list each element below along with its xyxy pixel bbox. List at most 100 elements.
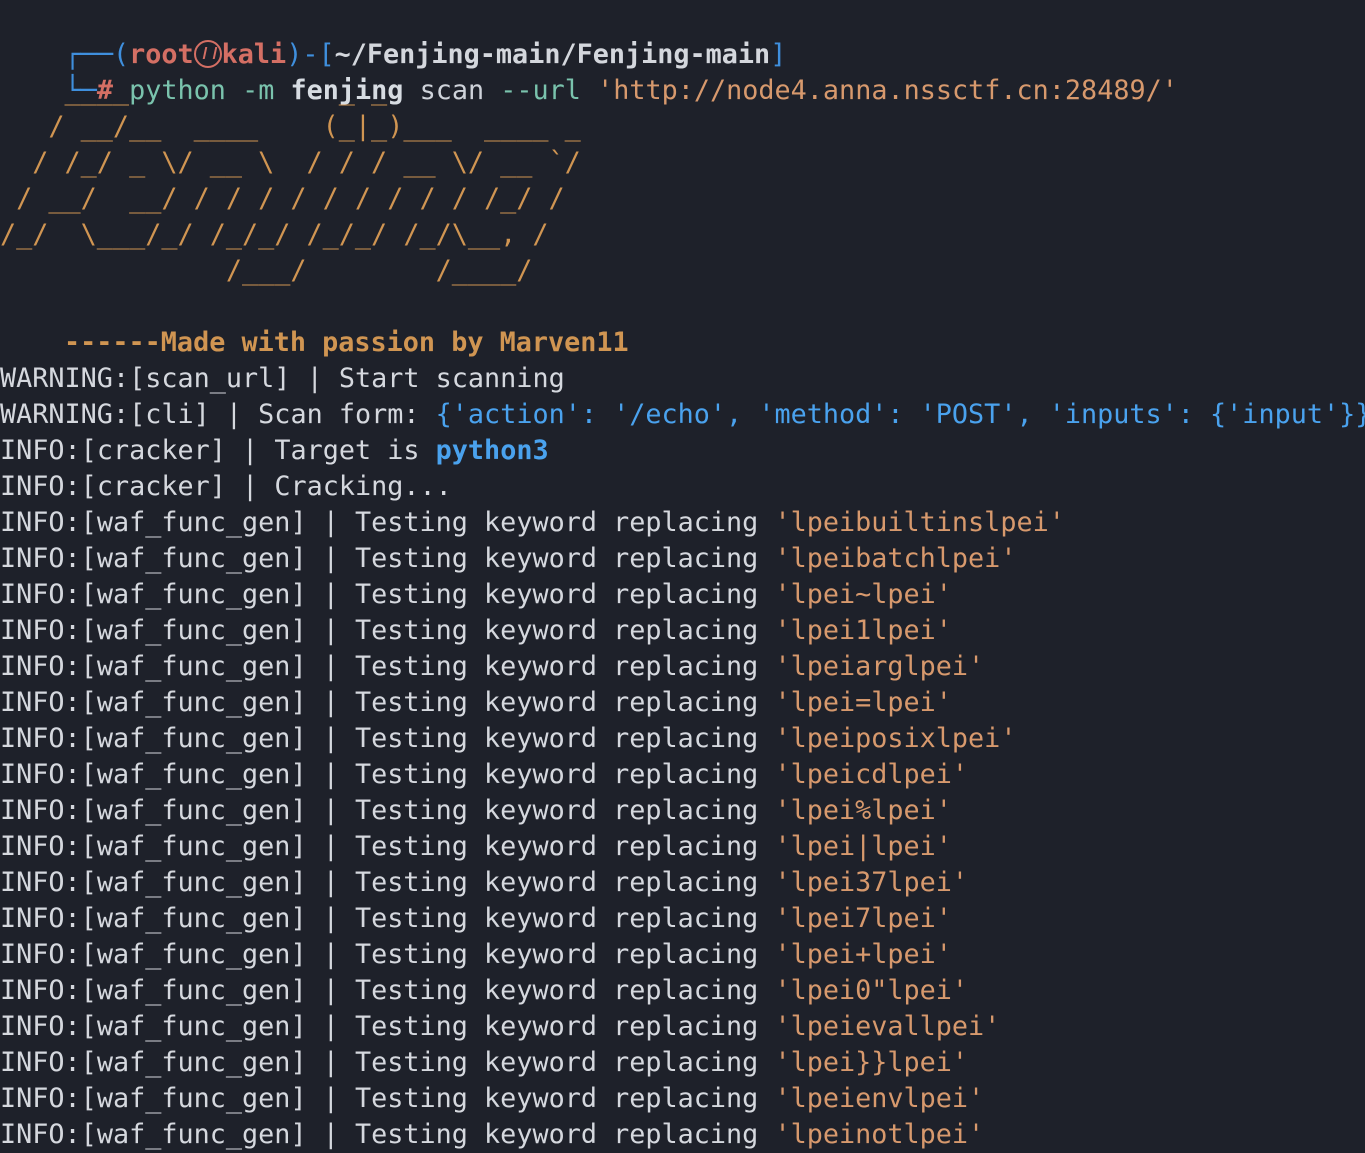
log-line: INFO:[cracker] | Target is python3: [0, 435, 549, 466]
log-level: INFO: [0, 615, 65, 646]
log-source: waf_func_gen: [96, 939, 291, 970]
log-line: INFO:[waf_func_gen] | Testing keyword re…: [0, 975, 969, 1006]
log-message: Testing keyword replacing: [354, 759, 759, 790]
log-line: INFO:[waf_func_gen] | Testing keyword re…: [0, 615, 952, 646]
log-message: Testing keyword replacing: [354, 723, 759, 754]
log-line: WARNING:[cli] | Scan form: {'action': '/…: [0, 397, 1365, 433]
log-value: {'action': '/echo', 'method': 'POST', 'i…: [435, 399, 1365, 430]
log-line: WARNING:[scan_url] | Start scanning: [0, 363, 565, 394]
log-message: Testing keyword replacing: [354, 1011, 759, 1042]
log-line: INFO:[waf_func_gen] | Testing keyword re…: [0, 507, 1065, 538]
log-source: scan_url: [145, 363, 275, 394]
ascii-art-line-6: /___/ /____/: [0, 255, 533, 286]
log-level: INFO: [0, 1083, 65, 1114]
log-source: cracker: [96, 471, 210, 502]
log-value: 'lpei+lpei': [774, 939, 952, 970]
log-level: INFO: [0, 1011, 65, 1042]
log-message: Testing keyword replacing: [354, 1047, 759, 1078]
log-line: INFO:[waf_func_gen] | Testing keyword re…: [0, 759, 969, 790]
log-level: INFO: [0, 543, 65, 574]
log-message: Testing keyword replacing: [354, 651, 759, 682]
log-message: Cracking...: [274, 471, 452, 502]
prompt-user: root: [129, 39, 194, 70]
log-line: INFO:[waf_func_gen] | Testing keyword re…: [0, 723, 1017, 754]
log-source: waf_func_gen: [96, 867, 291, 898]
log-level: INFO: [0, 1119, 65, 1150]
log-message: Testing keyword replacing: [354, 867, 759, 898]
log-message: Testing keyword replacing: [354, 795, 759, 826]
log-level: INFO: [0, 1047, 65, 1078]
log-line: INFO:[waf_func_gen] | Testing keyword re…: [0, 795, 952, 826]
log-line: INFO:[waf_func_gen] | Testing keyword re…: [0, 651, 985, 682]
command-flag: --url: [500, 75, 581, 106]
log-source: waf_func_gen: [96, 579, 291, 610]
log-source: waf_func_gen: [96, 795, 291, 826]
log-value: 'lpei=lpei': [774, 687, 952, 718]
log-source: waf_func_gen: [96, 543, 291, 574]
prompt-separator: )-[: [286, 39, 335, 70]
log-message: Target is: [274, 435, 420, 466]
log-source: waf_func_gen: [96, 975, 291, 1006]
ascii-art-line-3: / /_/ _ \/ __ \ / / / __ \/ __ `/: [0, 147, 581, 178]
log-source: waf_func_gen: [96, 903, 291, 934]
log-message: Testing keyword replacing: [354, 939, 759, 970]
log-value: 'lpei%lpei': [774, 795, 952, 826]
log-source: waf_func_gen: [96, 507, 291, 538]
log-source: cli: [145, 399, 194, 430]
log-value: 'lpei|lpei': [774, 831, 952, 862]
log-line: INFO:[waf_func_gen] | Testing keyword re…: [0, 939, 952, 970]
log-level: INFO: [0, 795, 65, 826]
log-source: waf_func_gen: [96, 687, 291, 718]
log-message: Scan form:: [258, 399, 420, 430]
log-value: 'lpei7lpei': [774, 903, 952, 934]
log-level: INFO: [0, 939, 65, 970]
log-line: INFO:[cracker] | Cracking...: [0, 471, 452, 502]
ascii-art-line-2: / __/__ ____ (_|_)___ ____ _: [0, 111, 581, 142]
log-value: 'lpei}}lpei': [774, 1047, 969, 1078]
log-source: waf_func_gen: [96, 1047, 291, 1078]
log-message: Testing keyword replacing: [354, 543, 759, 574]
log-line: INFO:[waf_func_gen] | Testing keyword re…: [0, 831, 952, 862]
log-value: 'lpeiposixlpei': [774, 723, 1017, 754]
log-level: INFO: [0, 723, 65, 754]
ascii-art-line-5: /_/ \___/_/ /_/_/ /_/_/ /_/\__, /: [0, 219, 549, 250]
log-value: 'lpei1lpei': [774, 615, 952, 646]
log-value: 'lpeinotlpei': [774, 1119, 985, 1150]
log-line: INFO:[waf_func_gen] | Testing keyword re…: [0, 903, 952, 934]
log-line: INFO:[waf_func_gen] | Testing keyword re…: [0, 867, 969, 898]
log-line: INFO:[waf_func_gen] | Testing keyword re…: [0, 579, 952, 610]
log-message: Testing keyword replacing: [354, 687, 759, 718]
skull-icon: [193, 40, 222, 68]
log-message: Testing keyword replacing: [354, 507, 759, 538]
log-message: Testing keyword replacing: [354, 831, 759, 862]
log-message: Testing keyword replacing: [354, 1119, 759, 1150]
log-value: 'lpeievallpei': [774, 1011, 1001, 1042]
log-level: INFO: [0, 507, 65, 538]
log-level: WARNING: [0, 363, 113, 394]
log-source: waf_func_gen: [96, 615, 291, 646]
log-message: Start scanning: [338, 363, 565, 394]
log-source: cracker: [96, 435, 210, 466]
log-level: INFO: [0, 975, 65, 1006]
log-level: INFO: [0, 435, 65, 466]
log-line: INFO:[waf_func_gen] | Testing keyword re…: [0, 1011, 1001, 1042]
prompt-header-line: ┌──(root kali)-[~/Fenjing-main/Fenjing-ma…: [0, 1, 1365, 70]
prompt-close-bracket: ]: [770, 39, 787, 70]
log-line: INFO:[waf_func_gen] | Testing keyword re…: [0, 687, 952, 718]
log-level: INFO: [0, 759, 65, 790]
log-source: waf_func_gen: [96, 1083, 291, 1114]
ascii-art-line-4: / __/ __/ / / / / / / / / / /_/ /: [0, 183, 565, 214]
log-line: INFO:[waf_func_gen] | Testing keyword re…: [0, 1047, 969, 1078]
log-line: INFO:[waf_func_gen] | Testing keyword re…: [0, 1083, 985, 1114]
terminal-window[interactable]: ┌──(root kali)-[~/Fenjing-main/Fenjing-ma…: [0, 0, 1365, 1152]
log-level: INFO: [0, 579, 65, 610]
log-value: 'lpei~lpei': [774, 579, 952, 610]
log-source: waf_func_gen: [96, 723, 291, 754]
log-value: python3: [435, 435, 549, 466]
log-message: Testing keyword replacing: [354, 579, 759, 610]
log-level: INFO: [0, 903, 65, 934]
prompt-top-left-border: ┌──(: [64, 39, 130, 70]
log-source: waf_func_gen: [96, 651, 291, 682]
log-level: INFO: [0, 471, 65, 502]
prompt-path: ~/Fenjing-main/Fenjing-main: [334, 39, 771, 70]
